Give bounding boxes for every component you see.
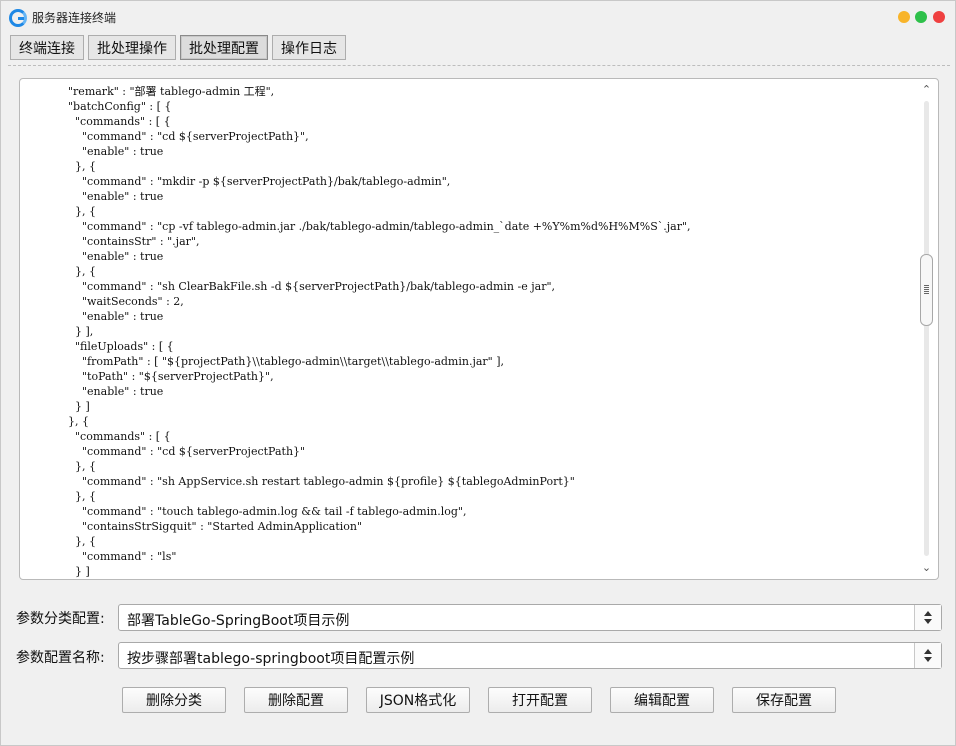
minimize-button[interactable] — [898, 11, 910, 23]
updown-arrow-icon[interactable] — [914, 605, 941, 630]
code-line: "containsStrSigquit" : "Started AdminApp… — [61, 520, 363, 533]
save-config-button[interactable]: 保存配置 — [732, 687, 836, 713]
code-line: "toPath" : "${serverProjectPath}", — [61, 370, 274, 383]
code-line: "fromPath" : [ "${projectPath}\\tablego-… — [61, 355, 505, 368]
tab-divider — [8, 65, 950, 66]
code-line: }, { — [61, 535, 96, 548]
code-line: "fileUploads" : [ { — [61, 340, 174, 353]
code-content[interactable]: "remark" : "部署 tablego-admin 工程", "batch… — [61, 84, 921, 579]
code-line: "command" : "cd ${serverProjectPath}", — [61, 130, 309, 143]
app-logo-icon — [9, 9, 27, 27]
code-line: "remark" : "部署 tablego-admin 工程", — [61, 85, 275, 98]
code-line: "enable" : true — [61, 145, 164, 158]
code-line: "command" : "sh ClearBakFile.sh -d ${ser… — [61, 280, 556, 293]
config-name-select[interactable]: 按步骤部署tablego-springboot项目配置示例 — [118, 642, 942, 669]
category-select-value: 部署TableGo-SpringBoot项目示例 — [127, 613, 350, 629]
code-line: } ], — [61, 325, 94, 338]
tab-terminal-connection[interactable]: 终端连接 — [10, 35, 84, 60]
config-name-select-value: 按步骤部署tablego-springboot项目配置示例 — [127, 651, 415, 667]
close-button[interactable] — [933, 11, 945, 23]
updown-arrow-icon[interactable] — [914, 643, 941, 668]
scroll-down-chevron-icon[interactable]: ⌄ — [921, 562, 932, 573]
delete-config-button[interactable]: 删除配置 — [244, 687, 348, 713]
category-label: 参数分类配置: — [16, 611, 105, 627]
code-line: } ] — [61, 565, 90, 578]
code-line: "command" : "touch tablego-admin.log && … — [61, 505, 467, 518]
code-line: "command" : "mkdir -p ${serverProjectPat… — [61, 175, 451, 188]
app-window: 服务器连接终端 终端连接 批处理操作 批处理配置 操作日志 "remark" :… — [0, 0, 956, 746]
code-line: }, { — [61, 205, 96, 218]
json-format-button[interactable]: JSON格式化 — [366, 687, 470, 713]
code-line: }, { — [61, 490, 96, 503]
vertical-scrollbar-thumb[interactable] — [920, 254, 933, 326]
code-line: "enable" : true — [61, 310, 164, 323]
title-bar: 服务器连接终端 — [1, 1, 955, 33]
delete-category-button[interactable]: 删除分类 — [122, 687, 226, 713]
tab-bar: 终端连接 批处理操作 批处理配置 操作日志 — [10, 35, 346, 61]
code-line: "command" : "ls" — [61, 550, 177, 563]
code-line: "enable" : true — [61, 250, 164, 263]
open-config-button[interactable]: 打开配置 — [488, 687, 592, 713]
maximize-button[interactable] — [915, 11, 927, 23]
vertical-scrollbar-track[interactable] — [924, 101, 929, 556]
code-line: "waitSeconds" : 2, — [61, 295, 184, 308]
code-line: }, { — [61, 160, 96, 173]
grip-icon — [924, 285, 929, 294]
code-line: "command" : "sh AppService.sh restart ta… — [61, 475, 575, 488]
code-line: "commands" : [ { — [61, 115, 171, 128]
code-line: "commands" : [ { — [61, 430, 171, 443]
window-title: 服务器连接终端 — [32, 11, 117, 25]
code-line: }, { — [61, 415, 89, 428]
config-name-label: 参数配置名称: — [16, 650, 105, 666]
edit-config-button[interactable]: 编辑配置 — [610, 687, 714, 713]
category-select[interactable]: 部署TableGo-SpringBoot项目示例 — [118, 604, 942, 631]
code-line: }, { — [61, 265, 96, 278]
code-line: "command" : "cd ${serverProjectPath}" — [61, 445, 306, 458]
code-line: }, { — [61, 460, 96, 473]
config-json-editor[interactable]: "remark" : "部署 tablego-admin 工程", "batch… — [19, 78, 939, 580]
code-line: "enable" : true — [61, 190, 164, 203]
code-line: } ] — [61, 400, 90, 413]
code-line: "enable" : true — [61, 385, 164, 398]
code-line: "batchConfig" : [ { — [61, 100, 172, 113]
tab-operation-log[interactable]: 操作日志 — [272, 35, 346, 60]
tab-batch-config[interactable]: 批处理配置 — [180, 35, 268, 60]
tab-batch-operation[interactable]: 批处理操作 — [88, 35, 176, 60]
code-line: "command" : "cp -vf tablego-admin.jar ./… — [61, 220, 691, 233]
code-line: "containsStr" : ".jar", — [61, 235, 200, 248]
scroll-up-chevron-icon[interactable]: ⌃ — [921, 84, 932, 95]
